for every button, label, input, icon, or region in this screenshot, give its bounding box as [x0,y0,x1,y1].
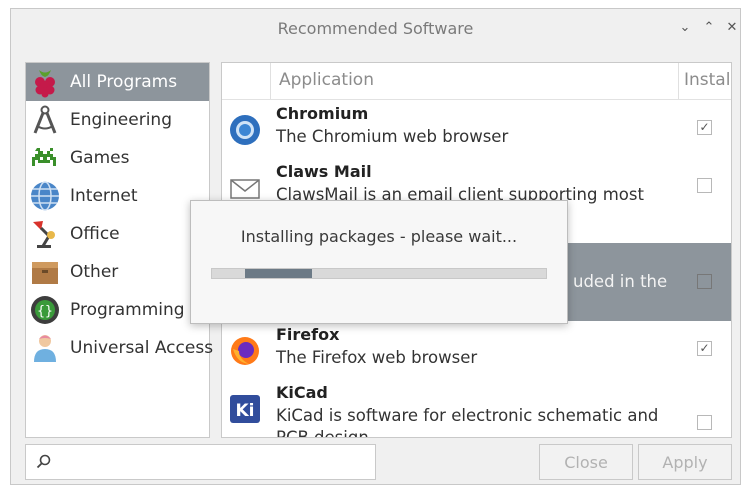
column-divider [270,63,271,99]
install-checkbox[interactable] [697,415,712,430]
install-checkbox[interactable] [697,178,712,193]
installing-dialog: Installing packages - please wait... [190,200,568,324]
sidebar-item-all-programs[interactable]: All Programs [26,63,209,101]
sidebar-item-engineering[interactable]: Engineering [26,101,209,139]
bottom-bar: Close Apply [11,439,740,485]
app-description: The Firefox web browser [276,348,478,367]
title-bar: Recommended Software ⌄ ⌃ ✕ [11,9,740,49]
progress-bar [211,268,547,279]
svg-text:{}: {} [37,304,53,319]
column-header-application[interactable]: Application [279,70,374,90]
compass-icon [33,105,57,134]
sidebar-item-universal-access[interactable]: Universal Access [26,329,213,367]
maximize-button[interactable]: ⌃ [699,17,719,39]
search-input[interactable] [25,444,376,480]
sidebar-item-label: Internet [70,186,138,206]
progress-fill [245,269,313,278]
sidebar-item-label: Engineering [70,110,172,130]
install-checkbox[interactable]: ✓ [697,120,712,135]
sidebar-item-internet[interactable]: Internet [26,177,209,215]
app-description: The Chromium web browser [276,127,509,146]
search-icon [36,454,51,469]
desk-lamp-icon [33,221,55,248]
window-title: Recommended Software [277,19,474,38]
box-icon [32,262,58,284]
apply-button[interactable]: Apply [638,444,732,480]
globe-icon [31,181,59,211]
firefox-icon [231,337,259,365]
minimize-button[interactable]: ⌄ [675,17,695,39]
app-description: uded in the [573,272,668,291]
sidebar-item-label: Universal Access [70,338,214,358]
svg-text:Ki: Ki [235,401,254,421]
list-header: Application Install [222,63,731,100]
sidebar-item-label: All Programs [70,72,178,92]
app-name: KiCad [276,383,328,402]
sidebar-item-label: Games [70,148,130,168]
sidebar-item-games[interactable]: Games [26,139,209,177]
sidebar-item-label: Other [70,262,119,282]
sidebar-item-label: Programming [70,300,185,320]
app-name: Claws Mail [276,162,372,181]
sidebar-item-label: Office [70,224,120,244]
raspberry-icon [35,70,55,98]
sidebar-item-other[interactable]: Other [26,253,209,291]
app-description-line-2: PCB design [276,428,369,438]
app-name: Chromium [276,104,369,123]
code-braces-icon: {} [31,296,59,324]
sidebar-item-programming[interactable]: {} Programming [26,291,209,329]
app-row-firefox[interactable]: Firefox The Firefox web browser ✓ [222,321,731,379]
column-divider [678,63,679,99]
space-invader-icon [32,148,56,166]
sidebar-item-office[interactable]: Office [26,215,209,253]
person-icon [34,335,56,362]
app-name: Firefox [276,325,340,344]
dialog-message: Installing packages - please wait... [240,227,518,246]
close-window-button[interactable]: ✕ [722,17,741,39]
app-row-kicad[interactable]: Ki KiCad KiCad is software for electroni… [222,379,731,437]
app-row-chromium[interactable]: Chromium The Chromium web browser ✓ [222,100,731,158]
category-sidebar: All Programs Engineering Games Internet … [25,62,213,438]
app-description: KiCad is software for electronic schemat… [276,406,659,425]
close-button[interactable]: Close [539,444,633,480]
install-checkbox[interactable]: ✓ [697,341,712,356]
chromium-icon [230,115,260,145]
column-header-install[interactable]: Install [684,70,731,90]
kicad-icon: Ki [230,395,260,423]
install-checkbox[interactable] [697,274,712,289]
